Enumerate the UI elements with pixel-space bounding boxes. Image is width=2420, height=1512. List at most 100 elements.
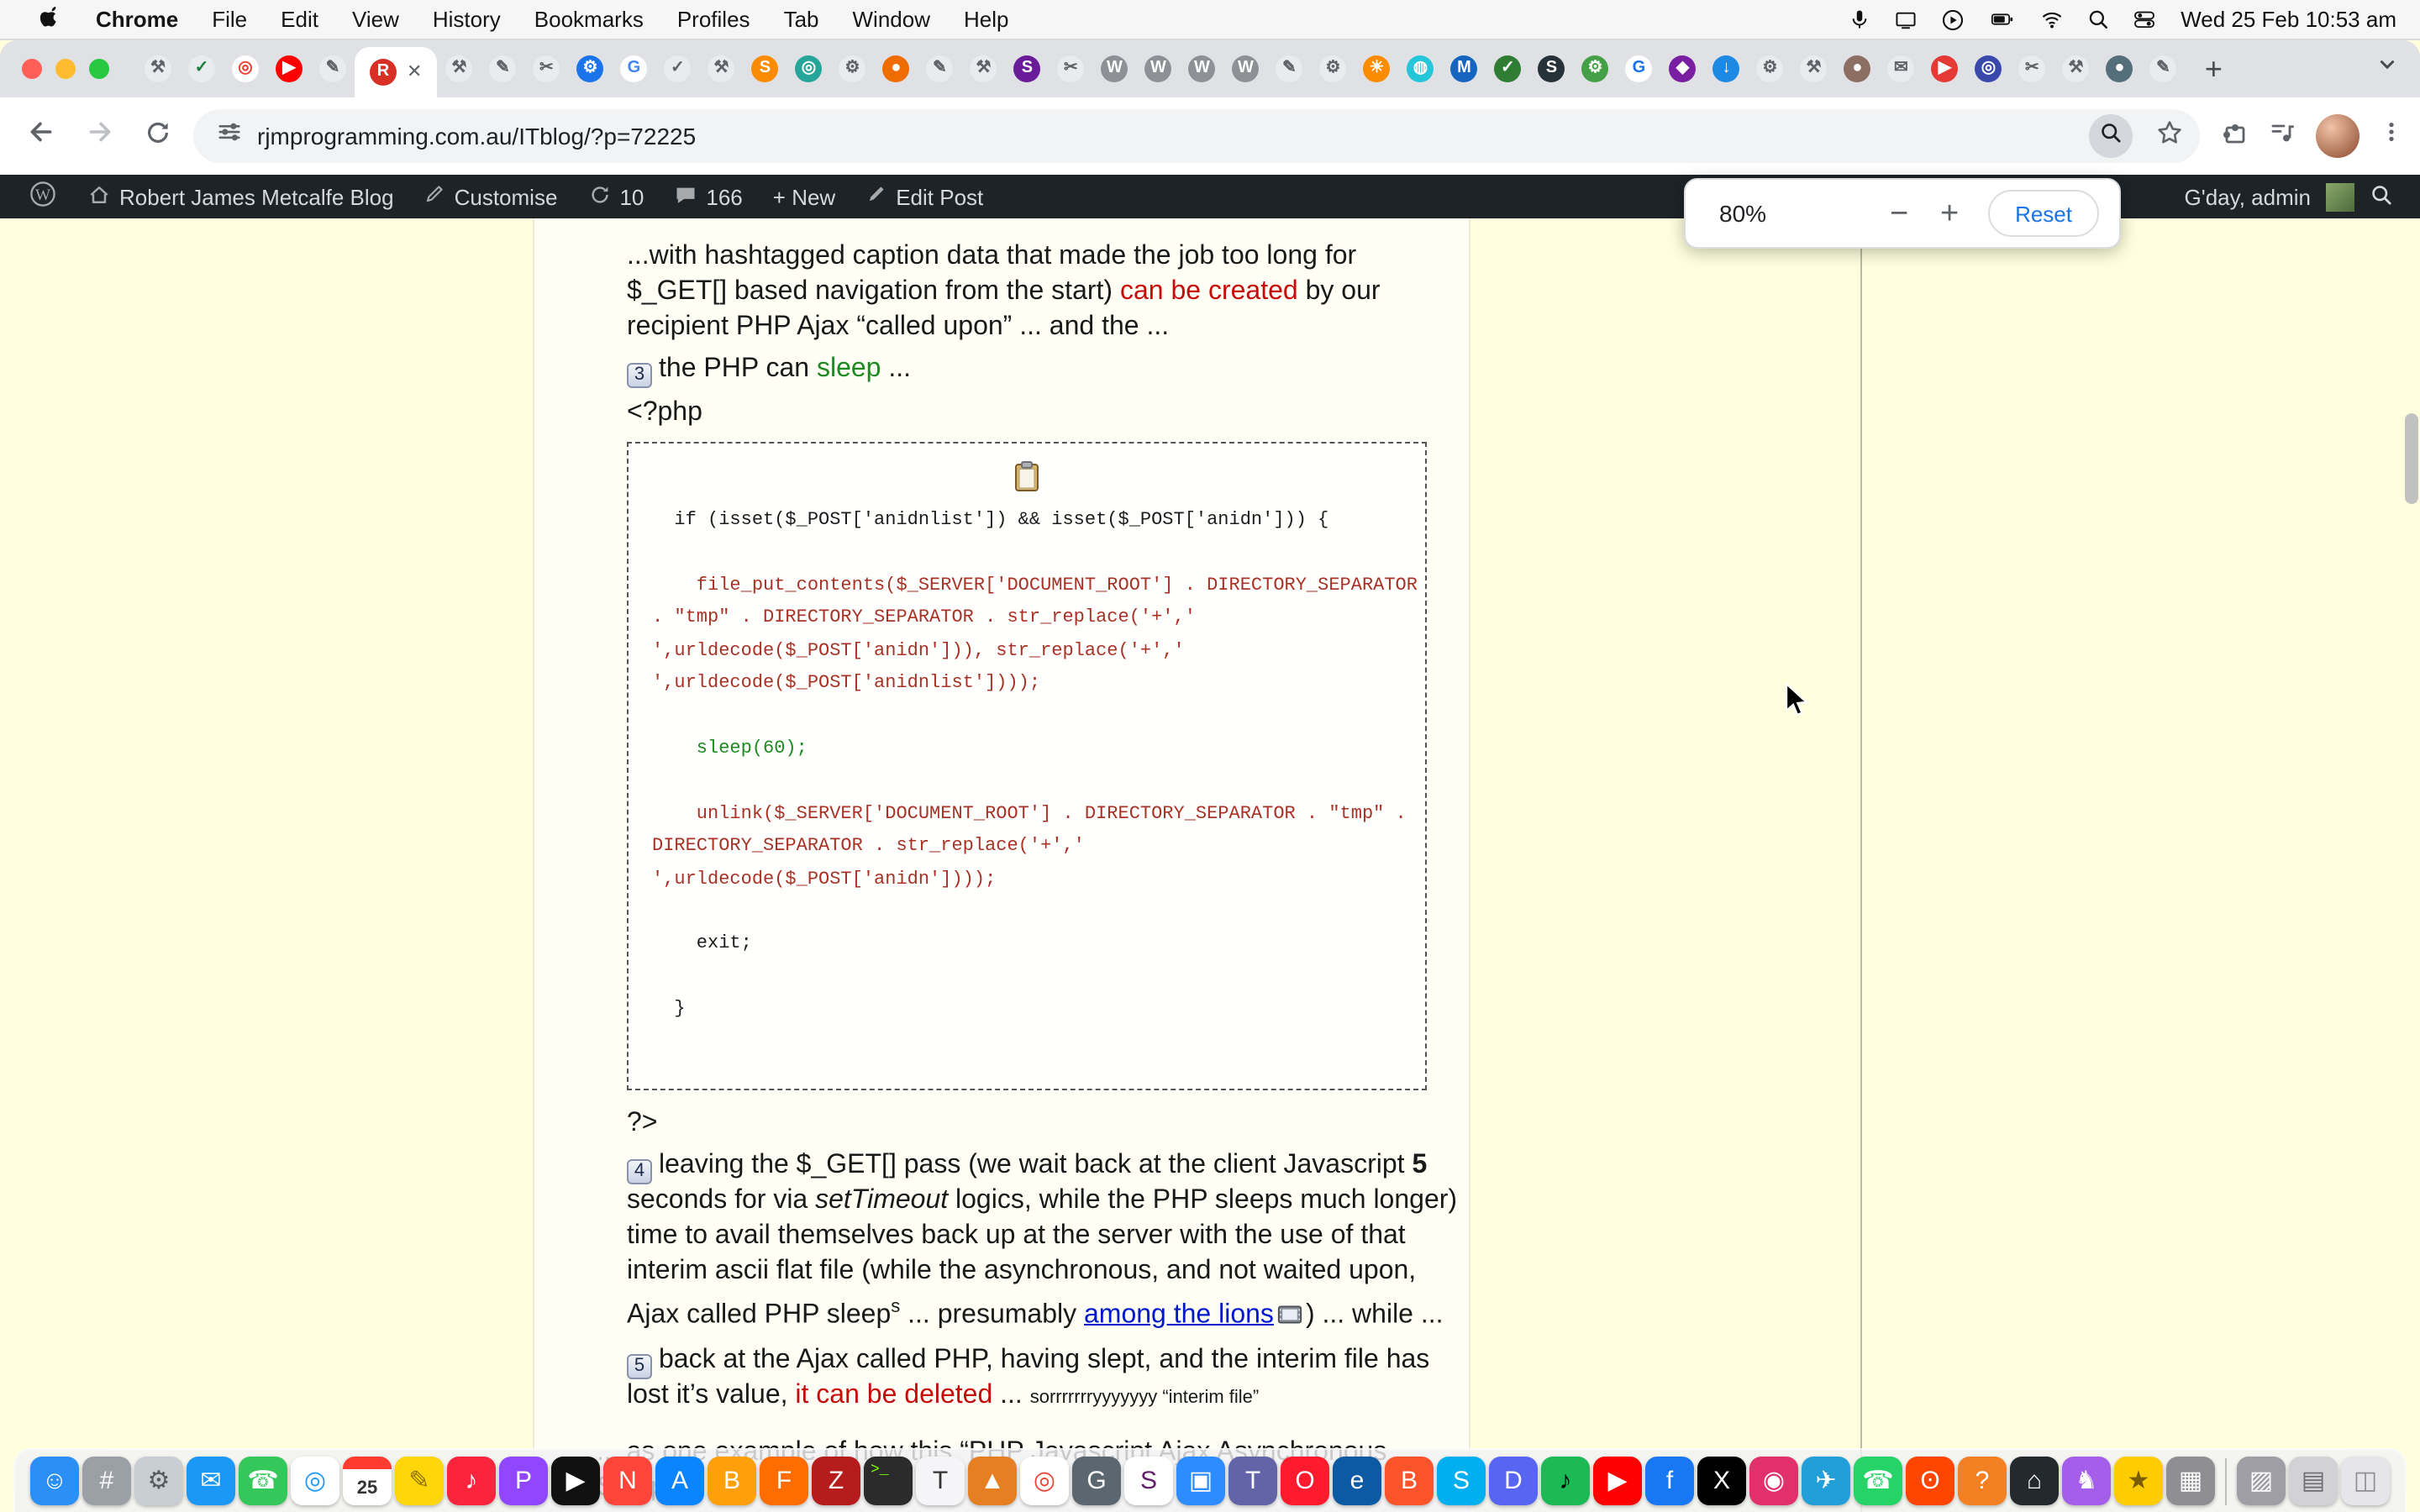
dock-app-icon[interactable]: >_ bbox=[864, 1457, 913, 1505]
pinned-tab[interactable]: ⚒ bbox=[1791, 40, 1835, 97]
active-tab[interactable]: R✕ bbox=[355, 47, 437, 97]
dock-app-icon[interactable]: X bbox=[1697, 1457, 1746, 1505]
tab-search-chevron-icon[interactable] bbox=[2375, 52, 2400, 86]
dock-app-icon[interactable]: O bbox=[1281, 1457, 1329, 1505]
pinned-tab[interactable]: S bbox=[743, 40, 786, 97]
dock-app-icon[interactable]: ▦ bbox=[2166, 1457, 2215, 1505]
dock-app-icon[interactable]: ★ bbox=[2114, 1457, 2163, 1505]
dock-app-icon[interactable]: S bbox=[1124, 1457, 1173, 1505]
window-close-button[interactable] bbox=[22, 59, 42, 79]
menubar-item-profiles[interactable]: Profiles bbox=[660, 7, 767, 32]
adminbar-comments[interactable]: 166 bbox=[659, 175, 757, 218]
pinned-tab[interactable]: ● bbox=[1835, 40, 1879, 97]
dock-app-icon[interactable]: ▲ bbox=[968, 1457, 1017, 1505]
dock-app-icon[interactable]: e bbox=[1333, 1457, 1381, 1505]
menubar-item-window[interactable]: Window bbox=[836, 7, 948, 32]
dock-app-icon[interactable]: ♞ bbox=[2062, 1457, 2111, 1505]
menubar-screen-icon[interactable] bbox=[1893, 8, 1917, 30]
pinned-tab[interactable]: ⚙ bbox=[1311, 40, 1355, 97]
pinned-tab[interactable]: ✓ bbox=[180, 40, 224, 97]
pinned-tab[interactable]: G bbox=[1617, 40, 1660, 97]
dock-app-icon[interactable]: ✎ bbox=[395, 1457, 444, 1505]
pinned-tab[interactable]: ◎ bbox=[224, 40, 267, 97]
bookmark-star-icon[interactable] bbox=[2148, 114, 2191, 158]
reload-button[interactable] bbox=[134, 113, 182, 160]
pinned-tab[interactable]: ✎ bbox=[1267, 40, 1311, 97]
pinned-tab[interactable]: ✂ bbox=[2010, 40, 2054, 97]
pinned-tab[interactable]: ▶ bbox=[267, 40, 311, 97]
pinned-tab[interactable]: ⚙ bbox=[830, 40, 874, 97]
dock-app-icon[interactable]: ▨ bbox=[2237, 1457, 2286, 1505]
dock-app-icon[interactable]: Z bbox=[812, 1457, 860, 1505]
adminbar-avatar[interactable] bbox=[2326, 182, 2354, 211]
dock-app-icon[interactable]: ✉ bbox=[187, 1457, 235, 1505]
dock-app-icon[interactable]: ♪ bbox=[447, 1457, 496, 1505]
adminbar-updates[interactable]: 10 bbox=[572, 175, 659, 218]
menubar-item-chrome[interactable]: Chrome bbox=[79, 7, 195, 32]
zoom-in-button[interactable]: + bbox=[1924, 188, 1975, 239]
pinned-tab[interactable]: ⚒ bbox=[2054, 40, 2097, 97]
dock-app-icon[interactable]: N bbox=[603, 1457, 652, 1505]
pinned-tab[interactable]: ✎ bbox=[311, 40, 355, 97]
menu-dots-icon[interactable] bbox=[2380, 119, 2403, 153]
zoom-reset-button[interactable]: Reset bbox=[1988, 190, 2099, 237]
pinned-tab[interactable]: ⚒ bbox=[136, 40, 180, 97]
url-text[interactable]: rjmprogramming.com.au/ITblog/?p=72225 bbox=[257, 123, 2074, 150]
dock-app-icon[interactable]: ◎ bbox=[291, 1457, 339, 1505]
menubar-item-file[interactable]: File bbox=[195, 7, 264, 32]
back-button[interactable] bbox=[17, 113, 64, 160]
pinned-tab[interactable]: ✓ bbox=[1486, 40, 1529, 97]
zoom-out-button[interactable]: − bbox=[1874, 188, 1924, 239]
dock-app-icon[interactable]: ◎ bbox=[1020, 1457, 1069, 1505]
menubar-item-help[interactable]: Help bbox=[947, 7, 1026, 32]
dock-app-icon[interactable]: # bbox=[82, 1457, 131, 1505]
pinned-tab[interactable]: ✂ bbox=[524, 40, 568, 97]
dock-app-icon[interactable]: A bbox=[655, 1457, 704, 1505]
menubar-wifi-icon[interactable] bbox=[2039, 8, 2063, 30]
menubar-clock[interactable]: Wed 25 Feb 10:53 am bbox=[2181, 7, 2396, 32]
menubar-item-tab[interactable]: Tab bbox=[767, 7, 836, 32]
window-maximize-button[interactable] bbox=[89, 59, 109, 79]
dock-app-icon[interactable]: ◉ bbox=[1749, 1457, 1798, 1505]
dock-app-icon[interactable]: T bbox=[916, 1457, 965, 1505]
dock-app-icon[interactable]: f bbox=[1645, 1457, 1694, 1505]
dock-app-icon[interactable]: ? bbox=[1958, 1457, 2007, 1505]
menubar-battery-icon[interactable] bbox=[1987, 8, 2016, 30]
pinned-tab[interactable]: M bbox=[1442, 40, 1486, 97]
dock-app-icon[interactable]: 25 bbox=[343, 1457, 392, 1505]
adminbar-new[interactable]: + New bbox=[758, 175, 850, 218]
dock-app-icon[interactable]: ▤ bbox=[2289, 1457, 2338, 1505]
forward-button[interactable] bbox=[76, 113, 123, 160]
dock-app-icon[interactable]: ♪ bbox=[1541, 1457, 1590, 1505]
dock-app-icon[interactable]: T bbox=[1228, 1457, 1277, 1505]
pinned-tab[interactable]: ◍ bbox=[1398, 40, 1442, 97]
profile-avatar[interactable] bbox=[2316, 114, 2360, 158]
pinned-tab[interactable]: W bbox=[1180, 40, 1223, 97]
pinned-tab[interactable]: ✎ bbox=[481, 40, 524, 97]
pinned-tab[interactable]: W bbox=[1092, 40, 1136, 97]
dock-app-icon[interactable]: ☎ bbox=[1854, 1457, 1902, 1505]
dock-app-icon[interactable]: ☺ bbox=[30, 1457, 79, 1505]
pinned-tab[interactable]: ⚒ bbox=[437, 40, 481, 97]
menubar-item-view[interactable]: View bbox=[335, 7, 416, 32]
adminbar-site-name[interactable]: Robert James Metcalfe Blog bbox=[72, 175, 409, 218]
dock-app-icon[interactable]: B bbox=[1385, 1457, 1434, 1505]
pinned-tab[interactable]: W bbox=[1136, 40, 1180, 97]
dock-app-icon[interactable]: F bbox=[760, 1457, 808, 1505]
pinned-tab[interactable]: ● bbox=[2097, 40, 2141, 97]
dock-app-icon[interactable]: ▶ bbox=[1593, 1457, 1642, 1505]
pinned-tab[interactable]: ◎ bbox=[1966, 40, 2010, 97]
scrollbar-thumb[interactable] bbox=[2405, 413, 2418, 504]
menubar-item-bookmarks[interactable]: Bookmarks bbox=[518, 7, 660, 32]
dock-app-icon[interactable]: ⌂ bbox=[2010, 1457, 2059, 1505]
dock-app-icon[interactable]: ▣ bbox=[1176, 1457, 1225, 1505]
new-tab-button[interactable]: + bbox=[2191, 47, 2235, 91]
pinned-tab[interactable]: ◆ bbox=[1660, 40, 1704, 97]
dock-app-icon[interactable]: ⚙ bbox=[134, 1457, 183, 1505]
menubar-item-history[interactable]: History bbox=[416, 7, 518, 32]
pinned-tab[interactable]: ☀ bbox=[1355, 40, 1398, 97]
zoom-icon[interactable] bbox=[2089, 114, 2133, 158]
site-settings-icon[interactable] bbox=[217, 119, 242, 153]
menubar-cc-icon[interactable] bbox=[2132, 8, 2155, 30]
pinned-tab[interactable]: ⚙ bbox=[1573, 40, 1617, 97]
